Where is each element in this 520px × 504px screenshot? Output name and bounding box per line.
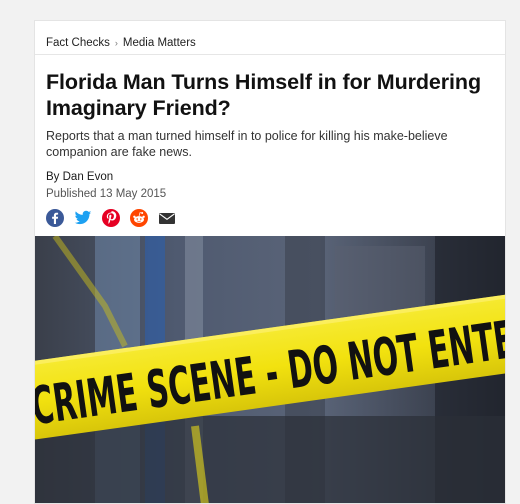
- email-icon[interactable]: [158, 209, 176, 227]
- breadcrumb: Fact Checks › Media Matters: [35, 21, 505, 55]
- share-bar: [46, 209, 494, 227]
- crime-scene-photo: CRIME SCENE - DO NOT ENTER: [35, 236, 505, 503]
- hero-image: CRIME SCENE - DO NOT ENTER: [35, 236, 505, 503]
- article-published-date: Published 13 May 2015: [46, 188, 167, 200]
- article-title: Florida Man Turns Himself in for Murderi…: [46, 70, 481, 120]
- article-card: Fact Checks › Media Matters Florida Man …: [34, 20, 506, 504]
- pinterest-icon[interactable]: [102, 209, 120, 227]
- author-link[interactable]: By Dan Evon: [46, 171, 113, 183]
- reddit-icon[interactable]: [130, 209, 148, 227]
- breadcrumb-separator: ›: [114, 37, 118, 48]
- facebook-icon[interactable]: [46, 209, 64, 227]
- breadcrumb-fact-checks[interactable]: Fact Checks: [46, 37, 110, 49]
- twitter-icon[interactable]: [74, 209, 92, 227]
- article-byline: By Dan Evon: [46, 171, 494, 183]
- breadcrumb-media-matters[interactable]: Media Matters: [123, 37, 196, 49]
- article-subtitle: Reports that a man turned himself in to …: [46, 129, 448, 159]
